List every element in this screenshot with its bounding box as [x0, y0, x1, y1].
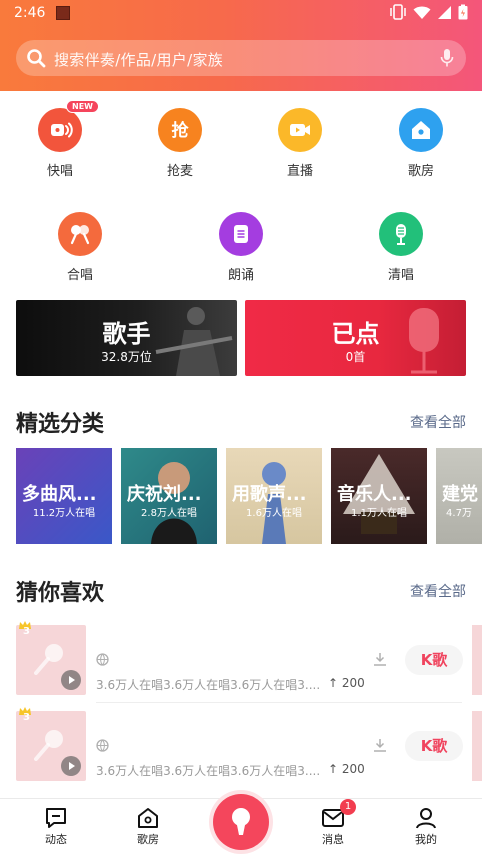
- chorus-icon: [58, 212, 102, 256]
- new-badge: NEW: [66, 100, 99, 113]
- category-title: 庆祝刘...: [127, 484, 202, 505]
- song-up-count: ↑ 200: [328, 676, 365, 690]
- categories-see-all-link[interactable]: 查看全部: [410, 412, 466, 432]
- category-card[interactable]: 多曲风... 11.2万人在唱: [16, 448, 112, 544]
- nav-profile[interactable]: 我的: [396, 807, 456, 847]
- mic-record-icon: [232, 808, 250, 835]
- requested-banner[interactable]: 已点 0首: [245, 300, 466, 376]
- next-card-peek: [472, 625, 482, 695]
- song-room-nav-icon: [138, 808, 158, 828]
- grid-item-grab-mic[interactable]: 抢 抢麦: [140, 108, 220, 179]
- nav-feed[interactable]: 动态: [26, 807, 86, 847]
- category-title: 用歌声...: [232, 484, 307, 505]
- banner-subtitle: 32.8万位: [101, 350, 152, 364]
- category-card[interactable]: 用歌声... 1.6万人在唱: [226, 448, 322, 544]
- grid-item-a-cappella[interactable]: 清唱: [361, 212, 441, 283]
- status-bar: 2:46: [0, 0, 482, 28]
- grid-label: 抢麦: [166, 164, 193, 179]
- grid-label: 快唱: [46, 164, 73, 179]
- grid-item-live[interactable]: 直播: [260, 108, 340, 179]
- signal-icon: [438, 5, 451, 19]
- category-subtitle: 1.1万人在唱: [351, 508, 407, 519]
- category-subtitle: 11.2万人在唱: [32, 508, 96, 519]
- grid-item-recite[interactable]: 朗诵: [201, 212, 281, 283]
- category-title: 建党: [442, 484, 478, 505]
- category-subtitle: 4.7万: [446, 508, 472, 519]
- grid-label: 合唱: [66, 268, 93, 283]
- play-icon[interactable]: [60, 755, 82, 777]
- recommend-see-all-link[interactable]: 查看全部: [410, 581, 466, 601]
- download-icon[interactable]: [373, 652, 387, 666]
- k-sing-button[interactable]: K歌: [405, 731, 463, 761]
- search-icon: [27, 49, 46, 68]
- feed-icon: [46, 808, 66, 828]
- rank-number: 3: [23, 712, 30, 723]
- nav-label: 我的: [415, 833, 437, 846]
- song-room-icon: [399, 108, 443, 152]
- category-card[interactable]: 建党 4.7万: [436, 448, 482, 544]
- globe-icon: [96, 653, 109, 666]
- song-row[interactable]: 3 3.6万人在唱3.6万人在唱3.6万人在唱3.... ↑ 200 K歌: [0, 618, 482, 703]
- nav-label: 歌房: [137, 833, 159, 846]
- up-value: 200: [341, 676, 365, 690]
- svg-text:抢: 抢: [172, 120, 190, 141]
- profile-icon: [416, 808, 436, 829]
- a-cappella-icon: [379, 212, 423, 256]
- next-card-peek: [472, 711, 482, 781]
- recite-icon: [219, 212, 263, 256]
- message-badge: 1: [340, 799, 356, 815]
- category-card[interactable]: 庆祝刘... 2.8万人在唱: [121, 448, 217, 544]
- voice-search-icon[interactable]: [440, 48, 454, 68]
- up-value: 200: [341, 762, 365, 776]
- status-icons: [389, 4, 468, 20]
- categories-title: 精选分类: [16, 412, 105, 437]
- grid-item-chorus[interactable]: 合唱: [40, 212, 120, 283]
- category-title: 音乐人...: [337, 484, 412, 505]
- record-button[interactable]: [213, 794, 269, 850]
- category-title: 多曲风...: [22, 484, 97, 505]
- song-row[interactable]: 3 3.6万人在唱3.6万人在唱3.6万人在唱3.... ↑ 200 K歌: [0, 704, 482, 786]
- grid-item-quick-sing[interactable]: NEW 快唱: [20, 100, 100, 179]
- category-card[interactable]: 音乐人... 1.1万人在唱: [331, 448, 427, 544]
- category-subtitle: 1.6万人在唱: [246, 508, 302, 519]
- song-meta: 3.6万人在唱3.6万人在唱3.6万人在唱3....: [96, 764, 321, 778]
- nav-song-room[interactable]: 歌房: [118, 807, 178, 847]
- singer-banner[interactable]: 歌手 32.8万位: [16, 300, 237, 376]
- status-time: 2:46: [14, 5, 46, 21]
- search-bar[interactable]: 搜索伴奏/作品/用户/家族: [16, 40, 466, 76]
- header: 2:46 搜索伴奏/作品/用户/家族: [0, 0, 482, 91]
- battery-icon: [458, 4, 468, 20]
- song-up-count: ↑ 200: [328, 762, 365, 776]
- banner-subtitle: 0首: [345, 350, 366, 364]
- k-sing-button[interactable]: K歌: [405, 645, 463, 675]
- grab-mic-icon: 抢: [158, 108, 202, 152]
- vibrate-icon: [390, 4, 406, 20]
- nav-messages[interactable]: 消息: [303, 807, 363, 847]
- banner-title: 已点: [331, 320, 380, 348]
- recommend-title: 猜你喜欢: [16, 581, 105, 606]
- rank-number: 3: [23, 626, 30, 637]
- search-input[interactable]: 搜索伴奏/作品/用户/家族: [54, 49, 223, 70]
- quick-sing-icon: NEW: [38, 100, 99, 152]
- grid-label: 清唱: [387, 268, 414, 283]
- globe-icon: [96, 739, 109, 752]
- grid-label: 朗诵: [227, 268, 254, 283]
- play-icon[interactable]: [60, 669, 82, 691]
- wifi-icon: [413, 6, 431, 19]
- nav-label: 消息: [322, 833, 344, 846]
- grid-label: 直播: [286, 164, 313, 179]
- divider: [96, 702, 462, 703]
- banner-title: 歌手: [102, 320, 151, 348]
- live-icon: [278, 108, 322, 152]
- nav-label: 动态: [45, 833, 67, 846]
- grid-label: 歌房: [407, 164, 434, 179]
- download-icon[interactable]: [373, 738, 387, 752]
- grid-item-song-room[interactable]: 歌房: [381, 108, 461, 179]
- category-subtitle: 2.8万人在唱: [141, 508, 197, 519]
- song-meta: 3.6万人在唱3.6万人在唱3.6万人在唱3....: [96, 678, 321, 692]
- app-notification-icon: [56, 6, 70, 20]
